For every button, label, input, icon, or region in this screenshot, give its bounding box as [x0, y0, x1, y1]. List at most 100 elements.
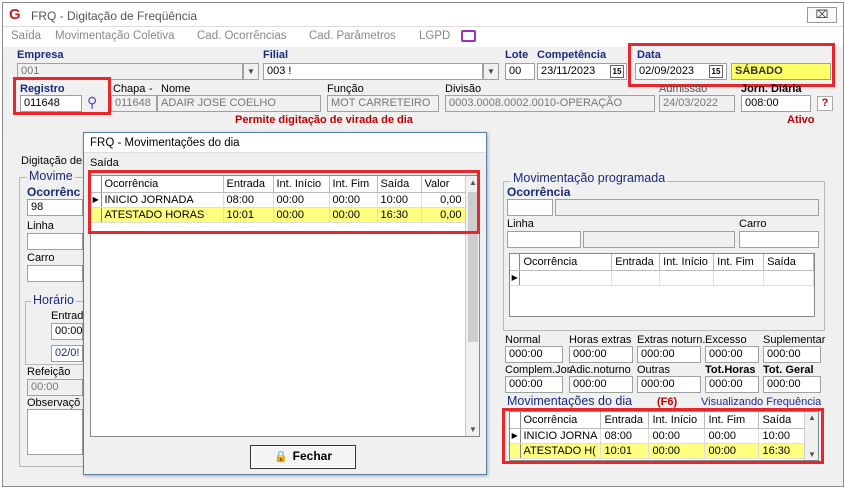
refeicao-label: Refeição	[27, 366, 71, 378]
dialog-menu-saida[interactable]: Saída	[90, 157, 119, 169]
linha-label-right: Linha	[507, 218, 534, 230]
monitor-icon[interactable]	[461, 30, 476, 42]
ocorrencia-label-left: Ocorrênc	[27, 185, 81, 199]
observacao-field[interactable]	[27, 409, 83, 455]
admissao-label: Admissão	[659, 83, 708, 95]
main-window: G FRQ - Digitação de Freqüência ⌧ Saída …	[2, 2, 844, 487]
jorn-diaria-label: Jorn. Diária	[741, 83, 802, 95]
title-bar: G FRQ - Digitação de Freqüência ⌧	[3, 3, 843, 27]
competencia-calendar-icon[interactable]: 15	[610, 65, 624, 78]
nome-field: ADAIR JOSE COELHO	[157, 95, 321, 112]
ocorrencia-field-right[interactable]	[507, 199, 553, 216]
menu-saida[interactable]: Saída	[11, 30, 41, 42]
menu-cad-ocorrencias[interactable]: Cad. Ocorrências	[197, 30, 286, 42]
window-title: FRQ - Digitação de Freqüência	[31, 9, 198, 23]
observacao-label: Observaçõ	[27, 397, 81, 409]
jorn-diaria-field[interactable]: 008:00	[741, 95, 811, 112]
chapa-label: Chapa	[113, 83, 146, 95]
outras-field: 000:00	[637, 376, 701, 393]
tab-digitacao[interactable]: Digitação de	[21, 155, 82, 167]
app-logo-icon: G	[9, 6, 21, 23]
mov-dia-dialog: FRQ - Movimentações do dia Saída Ocorrên…	[83, 132, 487, 475]
excesso-label: Excesso	[705, 334, 747, 346]
highlight-registro	[13, 77, 111, 115]
mov-dia-title: Movimentações do dia	[505, 394, 635, 408]
excesso-field: 000:00	[705, 346, 759, 363]
dialog-title-bar: FRQ - Movimentações do dia	[84, 133, 486, 153]
highlight-mov-dia	[502, 408, 824, 464]
linha-field-left[interactable]	[27, 233, 83, 250]
funcao-label: Função	[327, 83, 364, 95]
row-indicator-icon: ▶	[510, 270, 521, 286]
carro-field-left[interactable]	[27, 265, 83, 282]
menu-cad-parametros[interactable]: Cad. Parâmetros	[309, 30, 396, 42]
lock-icon: 🔒	[273, 451, 288, 463]
fechar-button[interactable]: 🔒 Fechar	[250, 445, 356, 469]
linha-field-right[interactable]	[507, 231, 581, 248]
warning-text: Permite digitação de virada de dia	[235, 114, 413, 126]
normal-label: Normal	[505, 334, 541, 346]
status-badge: Ativo	[787, 114, 815, 126]
tot-horas-label: Tot.Horas	[705, 364, 756, 376]
linha-desc-right	[583, 231, 735, 248]
outras-label: Outras	[637, 364, 671, 376]
complem-field: 000:00	[505, 376, 563, 393]
grid-header: Ocorrência Entrada Int. Início Int. Fim …	[510, 254, 814, 271]
suplementar-label: Suplementar	[763, 334, 826, 346]
funcao-field: MOT CARRETEIRO	[327, 95, 439, 112]
divisao-label: Divisão	[445, 83, 482, 95]
help-button[interactable]: ?	[817, 96, 833, 111]
entrada-label-left: Entrad	[51, 310, 84, 322]
programada-grid[interactable]: Ocorrência Entrada Int. Início Int. Fim …	[509, 253, 815, 317]
tot-geral-label: Tot. Geral	[763, 364, 814, 376]
col-int-fim[interactable]: Int. Fim	[713, 254, 765, 271]
carro-label-right: Carro	[739, 218, 767, 230]
linha-label-left: Linha	[27, 220, 54, 232]
admissao-field: 24/03/2022	[659, 95, 735, 112]
competencia-label: Competência	[537, 49, 607, 61]
filial-field[interactable]: 003 !	[263, 63, 483, 80]
horas-extras-label: Horas extras	[569, 334, 632, 346]
mov-programada-title: Movimentação programada	[511, 171, 668, 185]
lote-field[interactable]: 00	[505, 63, 535, 80]
left-group-title: Movime	[27, 169, 75, 183]
col-int-inicio[interactable]: Int. Início	[659, 254, 715, 271]
carro-label-left: Carro	[27, 252, 55, 264]
carro-field-right[interactable]	[739, 231, 819, 248]
ocorrencia-field-left[interactable]: 98	[27, 199, 83, 216]
table-row[interactable]: ▶	[510, 270, 814, 286]
adic-noturno-label: Adic.noturno	[569, 364, 631, 376]
horario-title: Horário	[31, 293, 76, 307]
menu-lgpd[interactable]: LGPD	[419, 30, 450, 42]
filial-dropdown-button[interactable]: ▼	[483, 63, 499, 80]
col-ocorrencia[interactable]: Ocorrência	[519, 254, 613, 271]
empresa-dropdown-button[interactable]: ▼	[243, 63, 259, 80]
nome-label: Nome	[161, 83, 191, 95]
highlight-dialog-rows	[88, 170, 480, 234]
highlight-data	[628, 43, 835, 87]
empresa-label: Empresa	[17, 49, 64, 61]
complem-label: Complem.Jor.	[505, 364, 573, 376]
chapa-field: 011648	[111, 95, 157, 112]
ocorrencia-desc-right	[555, 199, 819, 216]
tot-geral-field: 000:00	[763, 376, 821, 393]
entrada-field-left[interactable]: 00:00	[51, 323, 83, 340]
extras-noturn-label: Extras noturn.	[637, 334, 706, 346]
suplementar-field: 000:00	[763, 346, 821, 363]
mov-dia-shortcut: (F6)	[657, 396, 678, 408]
date-field-left[interactable]: 02/0!	[51, 345, 83, 362]
ocorrencia-label-right: Ocorrência	[507, 185, 571, 199]
menu-movimentacao-coletiva[interactable]: Movimentação Coletiva	[55, 30, 175, 42]
dialog-title: FRQ - Movimentações do dia	[90, 137, 240, 149]
col-entrada[interactable]: Entrada	[611, 254, 661, 271]
col-saida[interactable]: Saída	[763, 254, 814, 271]
horas-extras-field: 000:00	[569, 346, 633, 363]
visualizando-link[interactable]: Visualizando Frequência	[701, 396, 821, 408]
divisao-field: 0003.0008.0002.0010-OPERAÇÃO	[445, 95, 655, 112]
normal-field: 000:00	[505, 346, 563, 363]
tot-horas-field: 000:00	[705, 376, 759, 393]
lote-label: Lote	[505, 49, 529, 61]
filial-label: Filial	[263, 49, 289, 61]
refeicao-field: 00:00	[27, 379, 83, 396]
close-button[interactable]: ⌧	[807, 7, 837, 23]
